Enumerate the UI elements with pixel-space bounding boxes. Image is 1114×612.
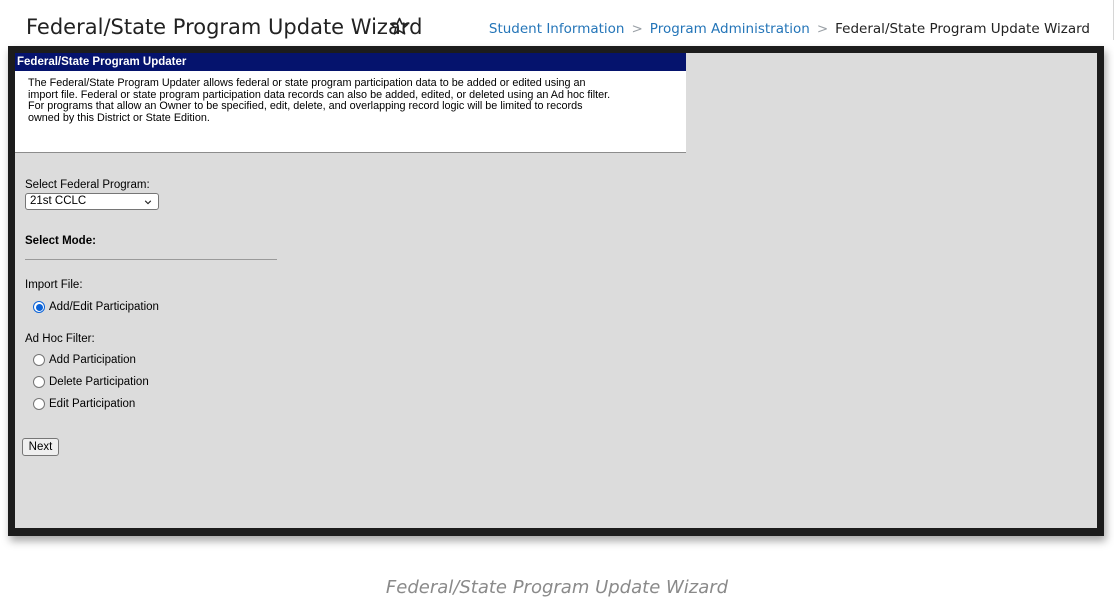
next-button[interactable]: Next [22, 438, 59, 456]
screenshot-frame: Federal/State Program Updater The Federa… [8, 46, 1104, 536]
page-header: Federal/State Program Update Wizard Stud… [0, 0, 1114, 40]
radio-label: Delete Participation [49, 376, 149, 388]
chevron-down-icon [144, 200, 152, 205]
program-select-value: 21st CCLC [30, 195, 87, 207]
panel-description: The Federal/State Program Updater allows… [15, 71, 668, 124]
star-icon[interactable] [389, 16, 410, 37]
breadcrumb: Student Information > Program Administrati… [489, 21, 1090, 37]
image-caption: Federal/State Program Update Wizard [385, 577, 729, 598]
adhoc-filter-label: Ad Hoc Filter: [25, 333, 95, 345]
radio-label: Edit Participation [49, 398, 136, 410]
import-file-label: Import File: [25, 279, 83, 291]
page-title: Federal/State Program Update Wizard [26, 15, 423, 39]
radio-button[interactable] [33, 354, 45, 366]
radio-button-checked[interactable] [33, 301, 45, 313]
radio-button[interactable] [33, 398, 45, 410]
chevron-right-icon: > [631, 21, 643, 37]
updater-panel: Federal/State Program Updater The Federa… [15, 53, 686, 153]
breadcrumb-current: Federal/State Program Update Wizard [835, 21, 1090, 37]
chevron-right-icon: > [816, 21, 829, 37]
panel-title: Federal/State Program Updater [15, 53, 686, 71]
breadcrumb-program-administration[interactable]: Program Administration [650, 21, 810, 37]
wizard-canvas: Federal/State Program Updater The Federa… [15, 53, 1097, 528]
radio-label: Add Participation [49, 354, 136, 366]
radio-label: Add/Edit Participation [49, 301, 159, 313]
program-select[interactable]: 21st CCLC [25, 193, 159, 210]
mode-divider [25, 259, 277, 260]
description-line: The Federal/State Program Updater allows… [28, 77, 586, 89]
mode-label: Select Mode: [25, 235, 96, 247]
breadcrumb-student-information[interactable]: Student Information [489, 21, 625, 37]
description-line: owned by this District or State Edition. [28, 111, 210, 124]
radio-button[interactable] [33, 376, 45, 388]
program-label: Select Federal Program: [25, 179, 150, 191]
description-line: For programs that allow an Owner to be s… [28, 100, 583, 112]
